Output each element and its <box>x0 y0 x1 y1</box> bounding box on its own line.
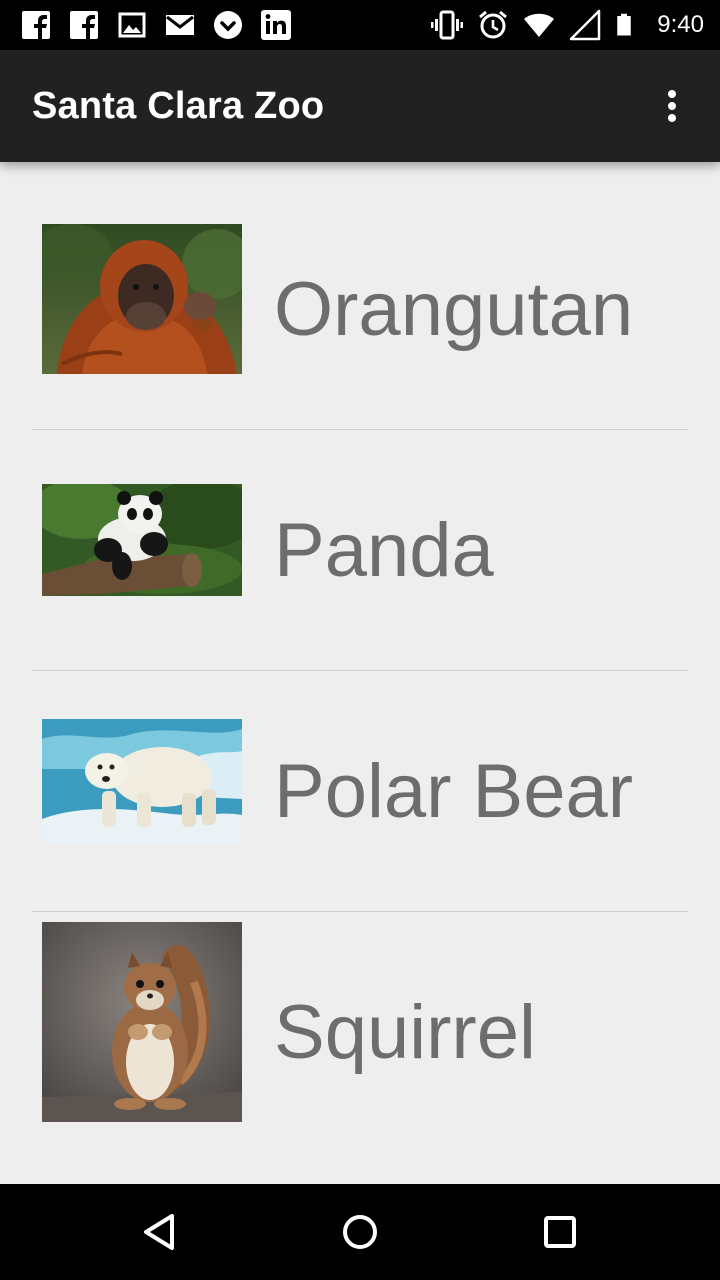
signal-icon <box>570 9 601 41</box>
polar-bear-image <box>42 719 242 843</box>
gmail-icon <box>166 15 194 35</box>
animal-name: Panda <box>274 507 494 593</box>
image-icon <box>118 12 146 38</box>
facebook-icon <box>70 11 98 39</box>
animal-name: Squirrel <box>274 989 536 1075</box>
app-title: Santa Clara Zoo <box>32 85 325 127</box>
panda-image <box>42 484 242 596</box>
home-icon[interactable] <box>336 1208 384 1256</box>
clock: 9:40 <box>657 11 704 38</box>
facebook-icon <box>22 11 50 39</box>
status-bar: 9:40 <box>0 0 720 50</box>
animal-name: Polar Bear <box>274 748 634 834</box>
animal-name: Orangutan <box>274 267 634 352</box>
animal-list: Orangutan Panda Polar Bear Squirrel <box>32 190 688 1152</box>
linkedin-icon <box>261 10 291 40</box>
squirrel-image <box>42 922 242 1122</box>
app-bar: Santa Clara Zoo <box>0 50 720 162</box>
list-item-orangutan[interactable]: Orangutan <box>32 190 688 429</box>
orangutan-image <box>42 224 242 374</box>
pocket-icon <box>214 11 242 39</box>
navigation-bar <box>0 1184 720 1280</box>
back-icon[interactable] <box>136 1208 184 1256</box>
wifi-icon <box>524 13 555 37</box>
list-item-squirrel[interactable]: Squirrel <box>32 911 688 1152</box>
list-item-polar-bear[interactable]: Polar Bear <box>32 670 688 911</box>
list-item-panda[interactable]: Panda <box>32 429 688 670</box>
more-vert-icon[interactable] <box>652 86 692 126</box>
recents-icon[interactable] <box>536 1208 584 1256</box>
battery-icon <box>617 13 632 36</box>
vibrate-icon <box>431 10 464 40</box>
alarm-icon <box>479 10 508 39</box>
